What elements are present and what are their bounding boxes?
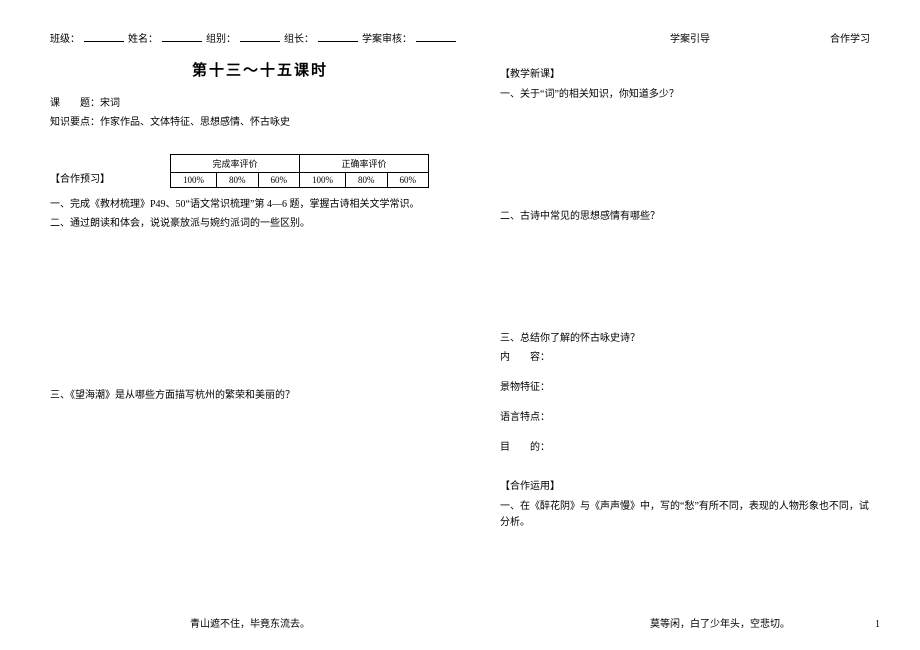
knowledge-row: 知识要点：作家作品、文体特征、思想感情、怀古咏史 bbox=[50, 115, 470, 131]
left-column: 第十三～十五课时 课 题：宋词 知识要点：作家作品、文体特征、思想感情、怀古咏史… bbox=[50, 59, 470, 534]
table-cell: 100% bbox=[171, 173, 217, 188]
preview-item-2: 二、通过朗读和体会，说说豪放派与婉约派词的一些区别。 bbox=[50, 216, 470, 232]
page-number: 1 bbox=[875, 619, 880, 630]
apply-q1: 一、在《醉花阴》与《声声慢》中，写的“愁”有所不同，表现的人物形象也不同，试分析… bbox=[500, 499, 870, 531]
footer-quote-left: 青山遮不住，毕竟东流去。 bbox=[190, 615, 310, 630]
knowledge-value: 作家作品、文体特征、思想感情、怀古咏史 bbox=[100, 117, 290, 128]
table-header-accuracy: 正确率评价 bbox=[300, 155, 429, 173]
table-cell: 80% bbox=[346, 173, 388, 188]
table-header-completion: 完成率评价 bbox=[171, 155, 300, 173]
review-blank bbox=[416, 30, 456, 42]
group-blank bbox=[240, 30, 280, 42]
class-blank bbox=[84, 30, 124, 42]
lang-label: 语言特点： bbox=[500, 410, 870, 426]
topic-value: 宋词 bbox=[100, 98, 120, 109]
review-label: 学案审核： bbox=[362, 30, 412, 45]
coop-label: 合作学习 bbox=[830, 30, 870, 45]
preview-item-3: 三、《望海潮》是从哪些方面描写杭州的繁荣和美丽的？ bbox=[50, 388, 470, 404]
topic-row: 课 题：宋词 bbox=[50, 96, 470, 112]
group-label: 组别： bbox=[206, 30, 236, 45]
content-label: 内 容： bbox=[500, 350, 870, 366]
name-blank bbox=[162, 30, 202, 42]
preview-head: 【合作预习】 bbox=[50, 158, 110, 185]
right-column: 【教学新课】 一、关于“词”的相关知识，你知道多少？ 二、古诗中常见的思想感情有… bbox=[500, 59, 870, 534]
leader-blank bbox=[318, 30, 358, 42]
table-cell: 60% bbox=[387, 173, 429, 188]
knowledge-label: 知识要点： bbox=[50, 117, 100, 128]
top-right-labels: 学案引导 合作学习 bbox=[670, 30, 870, 45]
table-cell: 60% bbox=[258, 173, 300, 188]
new-q2: 二、古诗中常见的思想感情有哪些？ bbox=[500, 209, 870, 225]
scenery-label: 景物特征： bbox=[500, 380, 870, 396]
guide-label: 学案引导 bbox=[670, 30, 710, 45]
preview-item-1: 一、完成《教材梳理》P49、50“语文常识梳理”第 4—6 题，掌握古诗相关文学… bbox=[50, 197, 470, 213]
lesson-title: 第十三～十五课时 bbox=[50, 59, 470, 80]
new-q1: 一、关于“词”的相关知识，你知道多少？ bbox=[500, 87, 870, 103]
class-label: 班级： bbox=[50, 30, 80, 45]
new-q3: 三、总结你了解的怀古咏史诗？ bbox=[500, 331, 870, 347]
footer-quote-right: 莫等闲，白了少年头，空悲切。 bbox=[650, 615, 790, 630]
table-cell: 100% bbox=[300, 173, 346, 188]
leader-label: 组长： bbox=[284, 30, 314, 45]
apply-head: 【合作运用】 bbox=[500, 479, 870, 495]
topic-label: 课 题： bbox=[50, 98, 100, 109]
name-label: 姓名： bbox=[128, 30, 158, 45]
table-cell: 80% bbox=[217, 173, 259, 188]
purpose-label: 目 的： bbox=[500, 440, 870, 456]
new-lesson-head: 【教学新课】 bbox=[500, 67, 870, 83]
evaluation-table: 完成率评价 正确率评价 100% 80% 60% 100% 80% 60% bbox=[170, 154, 429, 188]
